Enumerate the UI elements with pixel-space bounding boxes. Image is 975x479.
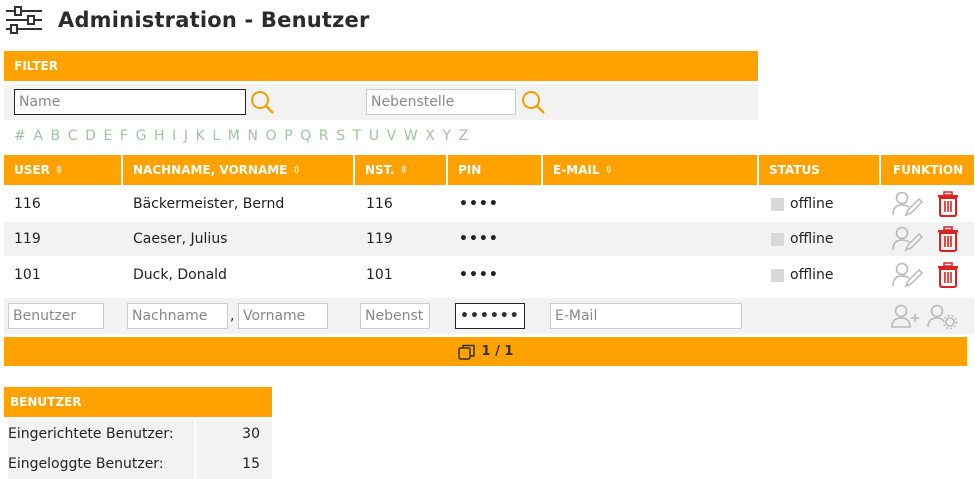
status-indicator: [771, 197, 784, 211]
column-header-extension[interactable]: NST. ⇳: [355, 155, 446, 185]
status-cell: offline: [771, 258, 833, 292]
new-email-input[interactable]: [550, 303, 742, 329]
name-cell: Caeser, Julius: [133, 231, 228, 247]
alphabet-letter[interactable]: F: [120, 128, 128, 144]
status-cell: offline: [771, 222, 833, 256]
status-indicator: [771, 268, 784, 282]
delete-icon[interactable]: [936, 226, 960, 256]
sort-icon: ⇳: [399, 164, 408, 176]
table-row: 119 Caeser, Julius 119 •••• offline: [4, 222, 974, 256]
alphabet-letter[interactable]: P: [284, 128, 292, 144]
alphabet-letter[interactable]: #: [14, 128, 26, 144]
alphabet-letter[interactable]: A: [33, 128, 43, 144]
delete-icon[interactable]: [936, 191, 960, 221]
summary-value: 15: [196, 449, 272, 479]
column-header-status: STATUS: [759, 155, 879, 185]
alphabet-letter[interactable]: G: [136, 128, 147, 144]
alphabet-letter[interactable]: S: [336, 128, 345, 144]
table-row: 116 Bäckermeister, Bernd 116 •••• offline: [4, 187, 974, 221]
edit-user-icon[interactable]: [892, 226, 924, 256]
new-user-row: ,: [4, 298, 974, 334]
alphabet-letter[interactable]: O: [266, 128, 277, 144]
alphabet-letter[interactable]: J: [184, 128, 188, 144]
summary-row: Eingerichtete Benutzer: 30: [4, 419, 272, 449]
column-header-pin: PIN: [448, 155, 541, 185]
status-text: offline: [790, 196, 834, 212]
table-row: 101 Duck, Donald 101 •••• offline: [4, 258, 974, 292]
name-filter-input[interactable]: [14, 89, 246, 115]
user-cell: 119: [14, 231, 41, 247]
status-indicator: [771, 232, 784, 246]
sort-icon: ⇳: [604, 164, 613, 176]
alphabet-letter[interactable]: X: [425, 128, 435, 144]
pagination-bar: 1 / 1: [4, 337, 967, 366]
alphabet-letter[interactable]: B: [51, 128, 61, 144]
sort-icon: ⇳: [292, 164, 301, 176]
column-header-function: FUNKTION: [881, 155, 974, 185]
name-cell: Bäckermeister, Bernd: [133, 196, 285, 212]
alphabet-letter[interactable]: D: [85, 128, 96, 144]
column-header-name[interactable]: NACHNAME, VORNAME ⇳: [123, 155, 353, 185]
name-separator: ,: [230, 308, 235, 324]
sort-icon: ⇳: [54, 164, 64, 176]
alphabet-letter[interactable]: L: [212, 128, 220, 144]
alphabet-filter: # A B C D E F G H I J K L M N O P Q R S T U V W X Y Z: [14, 128, 476, 144]
pin-cell: ••••: [459, 231, 499, 247]
column-header-email[interactable]: E-MAIL ⇳: [543, 155, 757, 185]
filter-heading: FILTER: [4, 51, 758, 81]
alphabet-letter[interactable]: U: [369, 128, 379, 144]
alphabet-letter[interactable]: R: [319, 128, 329, 144]
extension-filter-input[interactable]: [366, 89, 516, 115]
alphabet-letter[interactable]: N: [247, 128, 257, 144]
page-header: Administration - Benutzer: [4, 4, 370, 36]
summary-value: 30: [196, 419, 272, 449]
search-icon[interactable]: [249, 89, 275, 115]
add-user-icon[interactable]: [890, 303, 920, 329]
new-pin-input[interactable]: [455, 303, 525, 329]
alphabet-letter[interactable]: Y: [442, 128, 451, 144]
alphabet-letter[interactable]: K: [196, 128, 205, 144]
extension-cell: 101: [366, 267, 393, 283]
status-cell: offline: [771, 187, 833, 221]
summary-heading: BENUTZER: [4, 387, 272, 417]
edit-user-icon[interactable]: [892, 262, 924, 292]
alphabet-letter[interactable]: H: [154, 128, 165, 144]
search-icon[interactable]: [520, 89, 546, 115]
alphabet-letter[interactable]: M: [228, 128, 240, 144]
alphabet-letter[interactable]: I: [172, 128, 176, 144]
edit-user-icon[interactable]: [892, 191, 924, 221]
alphabet-letter[interactable]: E: [103, 128, 112, 144]
user-cell: 116: [14, 196, 41, 212]
new-extension-input[interactable]: [360, 303, 430, 329]
status-text: offline: [790, 267, 834, 283]
extension-cell: 119: [366, 231, 393, 247]
alphabet-letter[interactable]: Z: [459, 128, 469, 144]
delete-icon[interactable]: [936, 262, 960, 292]
name-cell: Duck, Donald: [133, 267, 227, 283]
new-firstname-input[interactable]: [238, 303, 328, 329]
filter-bar: [4, 84, 758, 120]
alphabet-letter[interactable]: W: [404, 128, 418, 144]
user-cell: 101: [14, 267, 41, 283]
sliders-icon: [6, 6, 42, 34]
summary-row: Eingeloggte Benutzer: 15: [4, 449, 272, 479]
extension-cell: 116: [366, 196, 393, 212]
alphabet-letter[interactable]: C: [68, 128, 78, 144]
new-lastname-input[interactable]: [127, 303, 228, 329]
pages-icon[interactable]: [457, 344, 476, 360]
summary-label: Eingerichtete Benutzer:: [8, 419, 194, 449]
pin-cell: ••••: [459, 196, 499, 212]
status-text: offline: [790, 231, 834, 247]
alphabet-letter[interactable]: Q: [300, 128, 311, 144]
page-indicator: 1 / 1: [481, 344, 514, 359]
column-header-user[interactable]: USER ⇳: [4, 155, 121, 185]
summary-label: Eingeloggte Benutzer:: [8, 449, 194, 479]
user-settings-icon[interactable]: [926, 303, 958, 329]
pin-cell: ••••: [459, 267, 499, 283]
alphabet-letter[interactable]: T: [353, 128, 362, 144]
page-title: Administration - Benutzer: [58, 8, 370, 32]
new-user-input[interactable]: [8, 303, 104, 329]
alphabet-letter[interactable]: V: [387, 128, 397, 144]
